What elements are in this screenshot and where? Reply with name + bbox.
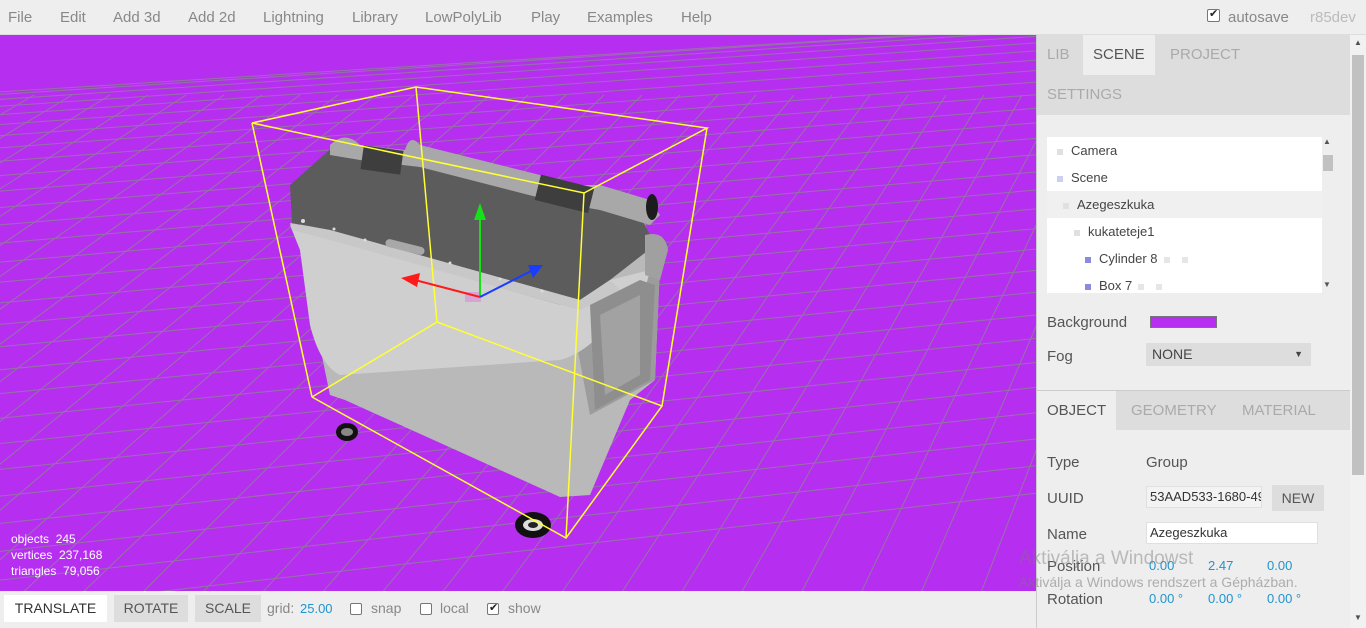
tab-settings[interactable]: SETTINGS [1037, 75, 1132, 115]
show-grid-checkbox[interactable] [487, 601, 499, 615]
object-type-icon [1063, 202, 1069, 209]
object-type-icon [1057, 148, 1063, 155]
objects-label: objects [11, 532, 50, 546]
fog-label: Fog [1047, 348, 1073, 365]
top-tabs: LIB SCENE PROJECT SETTINGS [1037, 35, 1351, 115]
grid-label: grid: [267, 600, 295, 616]
local-label: local [440, 600, 469, 616]
outliner-item-azegeszkuka[interactable]: Azegeszkuka [1047, 191, 1322, 218]
geometry-icon [1138, 283, 1145, 290]
tab-object[interactable]: OBJECT [1037, 391, 1117, 431]
triangles-count: 79,056 [63, 564, 100, 578]
rotate-button[interactable]: ROTATE [114, 595, 188, 622]
rotation-z-input[interactable]: 0.00 ° [1267, 591, 1301, 606]
viewport-3d[interactable]: objects 245 vertices 237,168 triangles 7… [0, 35, 1036, 591]
snap-label: snap [371, 600, 402, 616]
material-icon [1181, 256, 1188, 263]
tab-scene[interactable]: SCENE [1083, 35, 1155, 75]
sidebar: LIB SCENE PROJECT SETTINGS Camera Scene … [1036, 35, 1351, 628]
position-y-input[interactable]: 2.47 [1208, 558, 1233, 573]
snap-checkbox[interactable] [350, 603, 362, 615]
object-tabs: OBJECT GEOMETRY MATERIAL [1037, 390, 1351, 431]
version-label: r85dev [1310, 9, 1356, 26]
scene-info: objects 245 vertices 237,168 triangles 7… [11, 531, 102, 579]
scroll-up-icon[interactable]: ▲ [1354, 38, 1362, 47]
vertices-label: vertices [11, 548, 53, 562]
rotation-x-input[interactable]: 0.00 ° [1149, 591, 1183, 606]
triangles-label: triangles [11, 564, 57, 578]
name-label: Name [1047, 526, 1088, 543]
name-input[interactable]: Azegeszkuka [1146, 522, 1318, 544]
scroll-down-icon[interactable]: ▼ [1354, 613, 1362, 622]
scroll-up-icon[interactable]: ▲ [1323, 137, 1331, 146]
background-color-swatch[interactable] [1150, 316, 1217, 328]
scale-button[interactable]: SCALE [195, 595, 261, 622]
grid-size-input[interactable]: 25.00 [300, 595, 333, 622]
sidebar-scroll-thumb[interactable] [1352, 55, 1364, 475]
autosave-checkbox[interactable] [1207, 7, 1220, 22]
wheel-left [336, 423, 358, 441]
menu-lowpolylib[interactable]: LowPolyLib [425, 0, 502, 35]
rotation-label: Rotation [1047, 591, 1103, 608]
mesh-icon [1085, 256, 1091, 263]
outliner-item-camera[interactable]: Camera [1047, 137, 1322, 164]
local-checkbox[interactable] [420, 603, 432, 615]
tab-geometry[interactable]: GEOMETRY [1121, 391, 1227, 431]
show-label: show [508, 600, 541, 616]
outliner-scrollbar[interactable]: ▲ ▼ [1322, 137, 1333, 293]
sidebar-scrollbar[interactable]: ▲ ▼ [1350, 35, 1366, 628]
menu-file[interactable]: File [8, 0, 32, 35]
tab-lib[interactable]: LIB [1037, 35, 1080, 75]
wheel-front [515, 512, 551, 538]
background-label: Background [1047, 314, 1128, 331]
menu-edit[interactable]: Edit [60, 0, 86, 35]
menu-add-2d[interactable]: Add 2d [188, 0, 236, 35]
scene-outliner[interactable]: Camera Scene Azegeszkuka kukateteje1 Cyl… [1047, 137, 1322, 293]
uuid-field[interactable]: 53AAD533-1680-49 [1146, 486, 1262, 508]
translate-button[interactable]: TRANSLATE [4, 595, 107, 622]
bottom-toolbar: TRANSLATE ROTATE SCALE grid: 25.00 snap … [0, 591, 1036, 628]
objects-count: 245 [55, 532, 76, 546]
menu-library[interactable]: Library [352, 0, 398, 35]
menu-play[interactable]: Play [531, 0, 560, 35]
type-value: Group [1146, 454, 1188, 471]
outliner-item-box-7[interactable]: Box 7 [1047, 272, 1322, 293]
type-label: Type [1047, 454, 1080, 471]
outliner-item-kukateteje1[interactable]: kukateteje1 [1047, 218, 1322, 245]
material-icon [1156, 283, 1163, 290]
chevron-down-icon: ▼ [1294, 349, 1303, 359]
uuid-label: UUID [1047, 490, 1084, 507]
autosave-label: autosave [1228, 9, 1289, 26]
activation-watermark-title: Aktiválja a Windowst [1019, 548, 1194, 569]
outliner-scroll-thumb[interactable] [1323, 155, 1333, 171]
tab-material[interactable]: MATERIAL [1232, 391, 1326, 431]
position-z-input[interactable]: 0.00 [1267, 558, 1292, 573]
object-type-icon [1057, 175, 1063, 182]
menu-examples[interactable]: Examples [587, 0, 653, 35]
outliner-item-cylinder-8[interactable]: Cylinder 8 [1047, 245, 1322, 272]
scene-render[interactable] [0, 35, 1036, 591]
vertices-count: 237,168 [59, 548, 103, 562]
menu-help[interactable]: Help [681, 0, 712, 35]
menubar: File Edit Add 3d Add 2d Lightning Librar… [0, 0, 1366, 35]
geometry-icon [1163, 256, 1170, 263]
menu-add-3d[interactable]: Add 3d [113, 0, 161, 35]
mesh-icon [1085, 283, 1091, 290]
scroll-down-icon[interactable]: ▼ [1323, 280, 1331, 289]
tab-project[interactable]: PROJECT [1160, 35, 1250, 75]
menu-lightning[interactable]: Lightning [263, 0, 324, 35]
activation-watermark-text: Aktiválja a Windows rendszert a Gépházba… [1019, 574, 1298, 590]
new-uuid-button[interactable]: NEW [1272, 485, 1324, 511]
object-type-icon [1074, 229, 1080, 236]
fog-select[interactable]: NONE ▼ [1146, 343, 1311, 366]
rotation-y-input[interactable]: 0.00 ° [1208, 591, 1242, 606]
outliner-item-scene[interactable]: Scene [1047, 164, 1322, 191]
